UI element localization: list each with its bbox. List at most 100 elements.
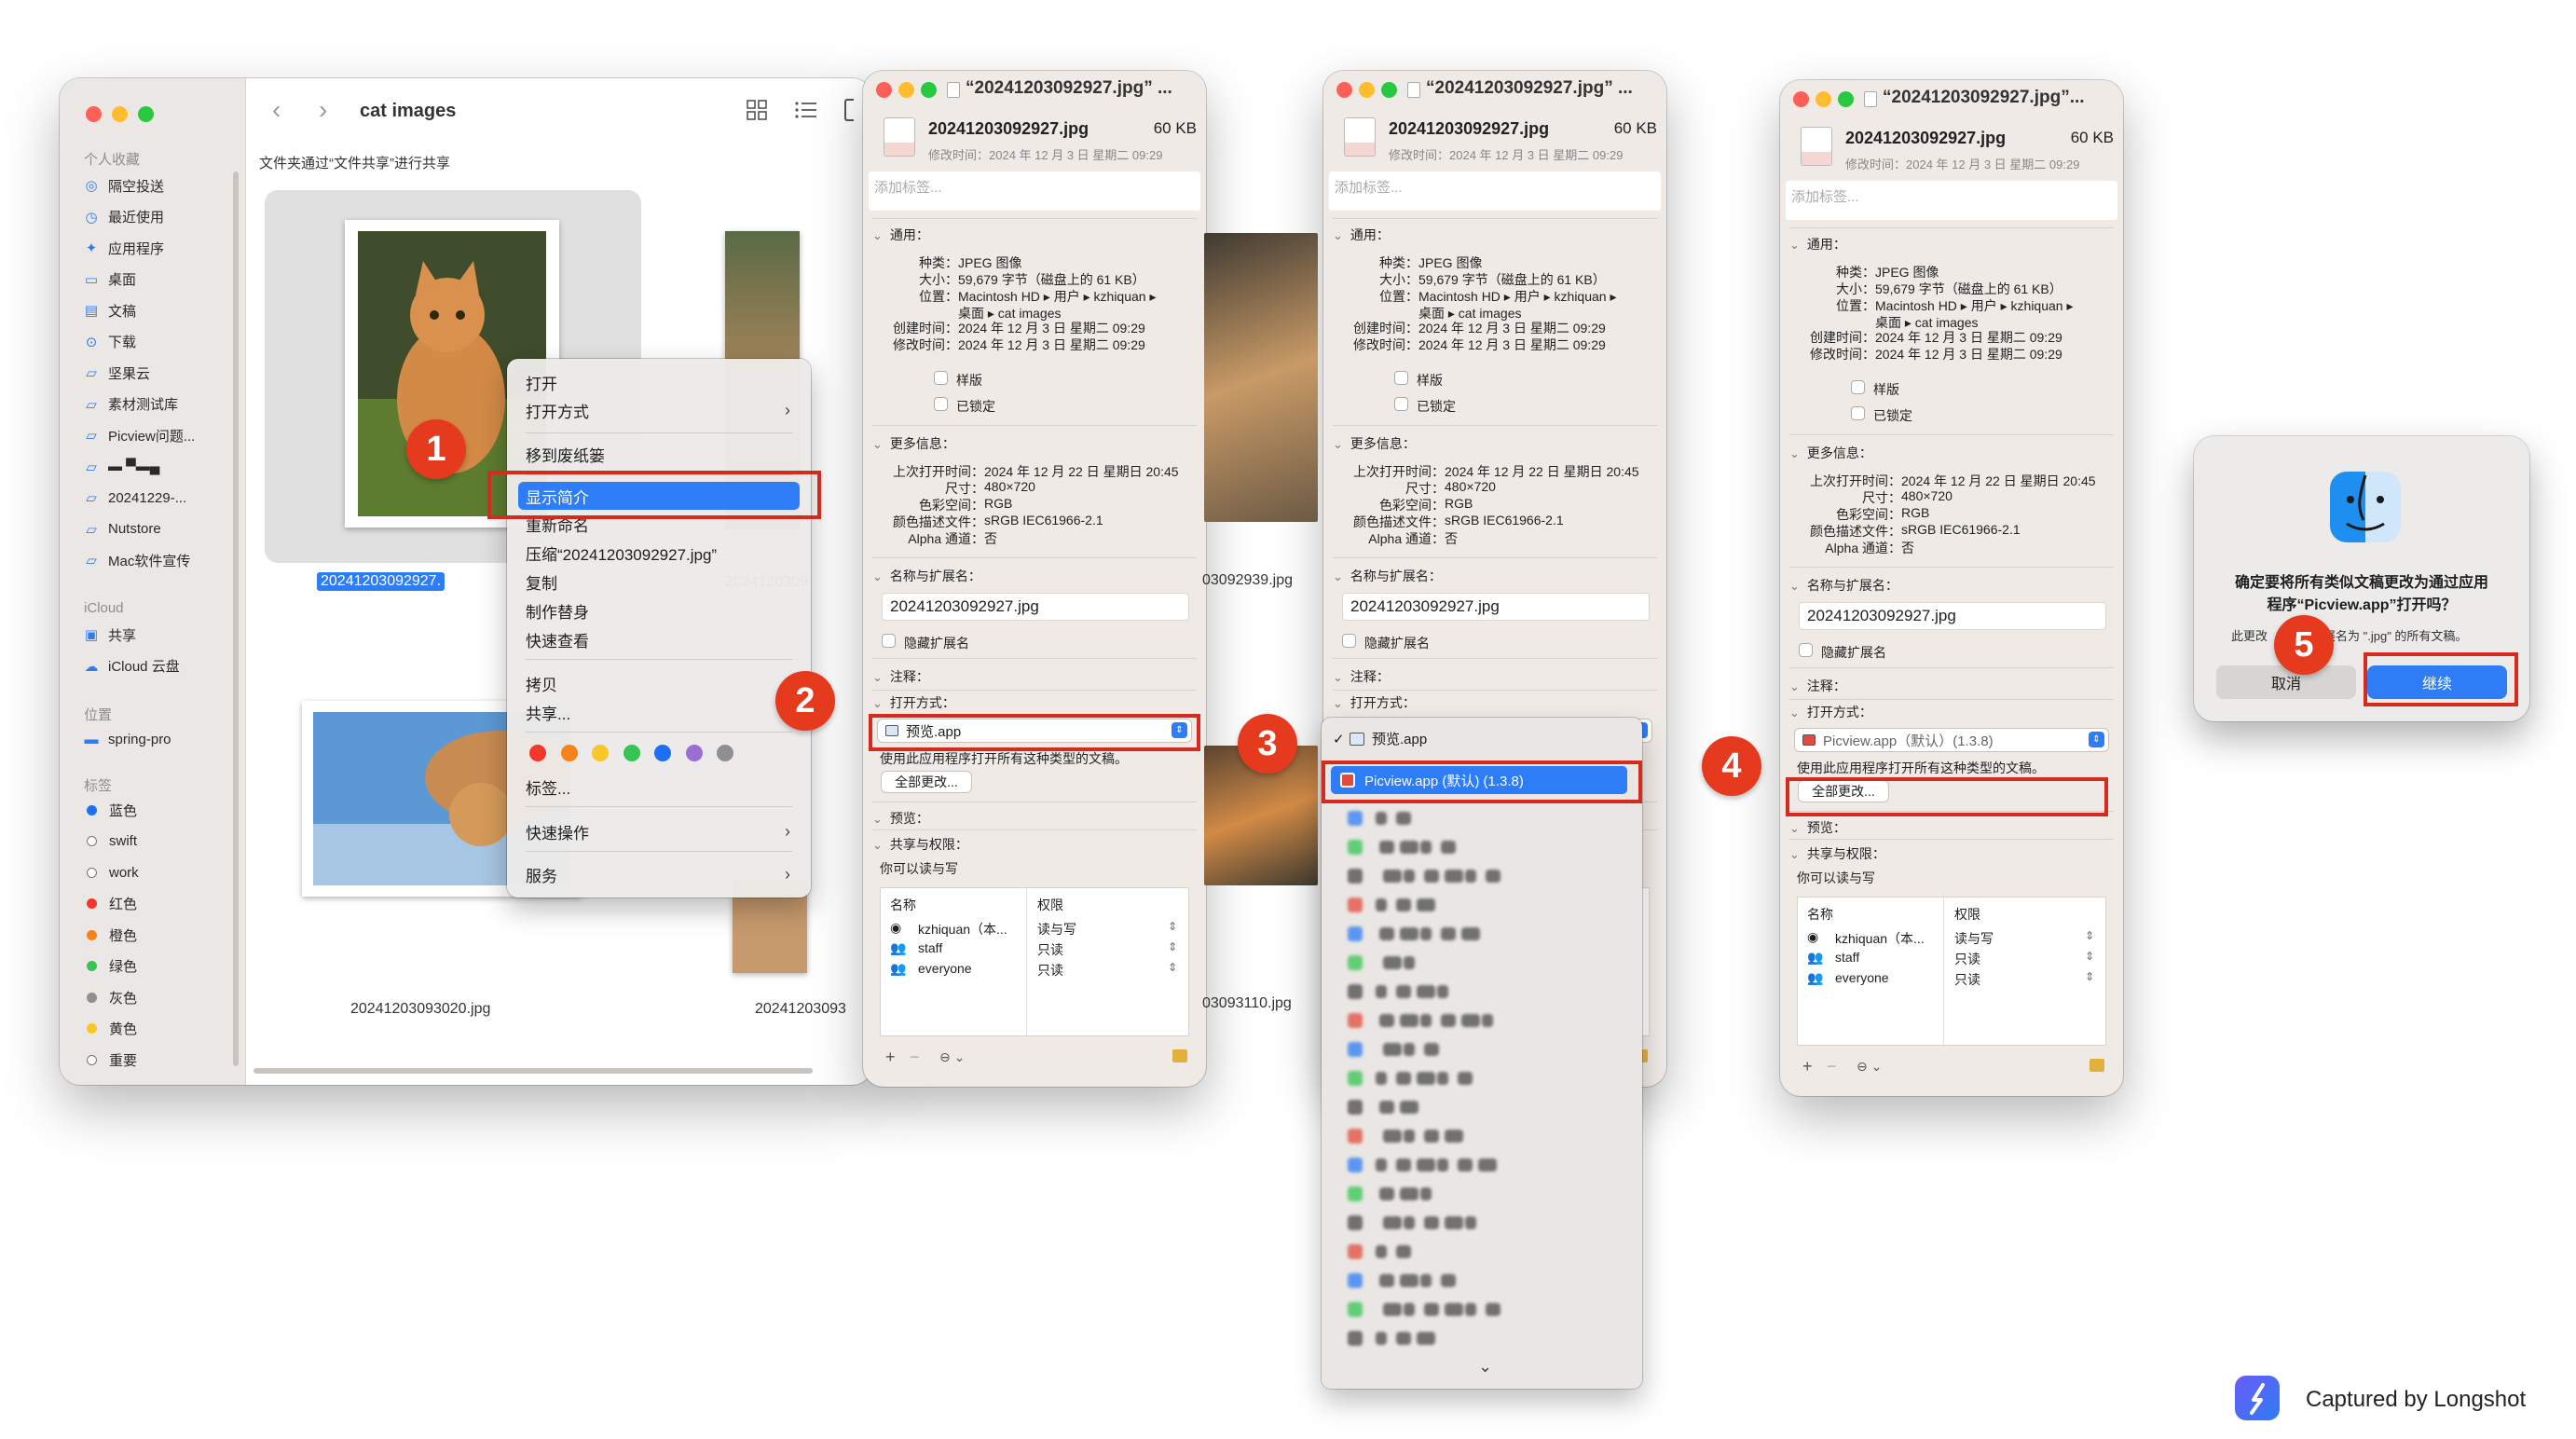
sidebar-scrollbar[interactable] [233,171,239,1066]
app-list-icon[interactable] [1348,811,1363,826]
menu-item-share[interactable]: 共享... [518,698,800,726]
section-name-ext[interactable]: 名称与扩展名： [872,567,981,585]
section-preview[interactable]: 预览： [872,809,929,828]
section-general[interactable]: 通用： [872,226,929,244]
sidebar-tag[interactable]: 蓝色 [82,796,137,824]
locked-checkbox[interactable] [934,397,948,411]
tag-color-option[interactable] [592,745,609,761]
app-list-icon[interactable] [1348,926,1363,941]
app-list-icon[interactable] [1348,1273,1363,1288]
sidebar-item[interactable]: ▤ 文稿 [82,296,136,324]
action-menu-button[interactable]: ⊖ ⌄ [939,1049,965,1065]
minimize-button[interactable] [112,106,128,122]
sidebar-item[interactable]: ▱ 20241229-... [82,484,186,512]
section-open-with[interactable]: 打开方式： [872,693,955,712]
menu-item-make-alias[interactable]: 制作替身 [518,596,800,624]
sidebar-item[interactable]: ◷ 最近使用 [82,203,164,231]
zoom-button[interactable] [1381,82,1397,98]
zoom-button[interactable] [921,82,937,98]
menu-item-open[interactable]: 打开 [518,368,800,396]
stationery-checkbox[interactable] [934,371,948,385]
section-name-ext[interactable]: 名称与扩展名： [1333,567,1442,585]
menu-item-quick-actions[interactable]: 快速操作 › [518,817,800,845]
tags-field[interactable]: 添加标签... [1329,171,1661,211]
tag-color-option[interactable] [717,745,733,761]
app-list-icon[interactable] [1348,1100,1363,1115]
permission-level[interactable]: 只读 [1037,961,1063,980]
section-name-ext[interactable]: 名称与扩展名： [1789,576,1898,595]
section-comments[interactable]: 注释： [872,667,929,686]
app-list-icon[interactable] [1348,1013,1363,1028]
minimize-button[interactable] [1816,91,1831,107]
tag-color-option[interactable] [560,745,578,761]
section-preview[interactable]: 预览： [1789,818,1846,837]
remove-permission-button[interactable]: − [910,1048,920,1067]
file-name-6[interactable]: 03093110.jpg [1202,995,1292,1012]
app-list-icon[interactable] [1348,984,1363,999]
section-general[interactable]: 通用： [1789,235,1846,254]
lock-icon[interactable] [1172,1049,1187,1062]
sidebar-item[interactable]: ⊙ 下载 [82,328,136,356]
sidebar-tag[interactable]: 灰色 [82,983,137,1011]
filename-field[interactable]: 20241203092927.jpg [1342,593,1650,621]
sidebar-item[interactable]: ▣ 共享 [82,621,136,649]
app-list-icon[interactable] [1348,1186,1363,1201]
app-list-icon[interactable] [1348,840,1363,855]
sidebar-tag[interactable]: 红色 [82,890,137,918]
section-comments[interactable]: 注释： [1333,667,1390,686]
permission-level[interactable]: 只读 [1037,940,1063,959]
section-more-info[interactable]: 更多信息： [1789,444,1872,462]
tag-color-option[interactable] [685,745,703,761]
sidebar-tag[interactable]: swift [82,828,137,856]
chevron-down-icon[interactable]: ⌄ [1478,1357,1492,1377]
tag-color-option[interactable] [654,745,671,761]
minimize-button[interactable] [898,82,914,98]
app-list-icon[interactable] [1348,1244,1363,1259]
app-list-icon[interactable] [1348,955,1363,970]
app-list-icon[interactable] [1348,1215,1363,1230]
menu-item-move-to-trash[interactable]: 移到废纸篓 [518,440,800,468]
tags-field[interactable]: 添加标签... [869,171,1200,211]
permission-level[interactable]: 只读 [1954,950,1980,968]
app-list-icon[interactable] [1348,1071,1363,1086]
section-comments[interactable]: 注释： [1789,677,1846,695]
sidebar-item[interactable]: ▱ Nutstore [82,515,160,543]
tags-field[interactable]: 添加标签... [1786,181,2117,220]
section-more-info[interactable]: 更多信息： [872,434,955,453]
hide-extension-checkbox[interactable] [1342,634,1356,648]
add-permission-button[interactable]: + [1802,1057,1813,1076]
sidebar-item[interactable]: ▱ 素材测试库 [82,391,178,418]
sidebar-item[interactable]: ▬ spring-pro [82,725,171,753]
close-button[interactable] [876,82,892,98]
close-button[interactable] [86,106,102,122]
sidebar-tag[interactable]: 橙色 [82,921,137,949]
section-sharing[interactable]: 共享与权限： [872,835,968,854]
app-list-icon[interactable] [1348,869,1363,884]
section-sharing[interactable]: 共享与权限： [1789,844,1885,863]
file-thumbnail-3[interactable] [1204,233,1318,522]
zoom-button[interactable] [138,106,154,122]
forward-icon[interactable]: › [319,95,327,125]
dropdown-current-app[interactable]: 预览.app [1372,729,1427,748]
hide-extension-checkbox[interactable] [1799,643,1813,657]
menu-item-compress[interactable]: 压缩“20241203092927.jpg” [518,539,800,567]
column-view-icon[interactable] [844,99,854,121]
open-with-popup[interactable]: Picview.app（默认）(1.3.8) ⇕ [1795,729,2108,751]
menu-item-quick-look[interactable]: 快速查看 [518,625,800,653]
file-name-selected[interactable]: 20241203092927. [317,572,445,591]
remove-permission-button[interactable]: − [1827,1057,1837,1076]
sidebar-tag[interactable]: work [82,858,139,886]
app-list-icon[interactable] [1348,1042,1363,1057]
app-list-icon[interactable] [1348,1331,1363,1346]
app-list-icon[interactable] [1348,1302,1363,1317]
stationery-checkbox[interactable] [1851,380,1865,394]
locked-checkbox[interactable] [1394,397,1408,411]
minimize-button[interactable] [1359,82,1375,98]
tag-color-option[interactable] [529,745,546,761]
add-permission-button[interactable]: + [885,1048,896,1067]
grid-view-icon[interactable] [746,99,768,121]
sidebar-item[interactable]: ▱ 坚果云 [82,359,150,387]
sidebar-item[interactable]: ▱ ▬ ▀▬▄ [82,453,159,481]
permission-level[interactable]: 读与写 [1954,929,1994,948]
locked-checkbox[interactable] [1851,406,1865,420]
